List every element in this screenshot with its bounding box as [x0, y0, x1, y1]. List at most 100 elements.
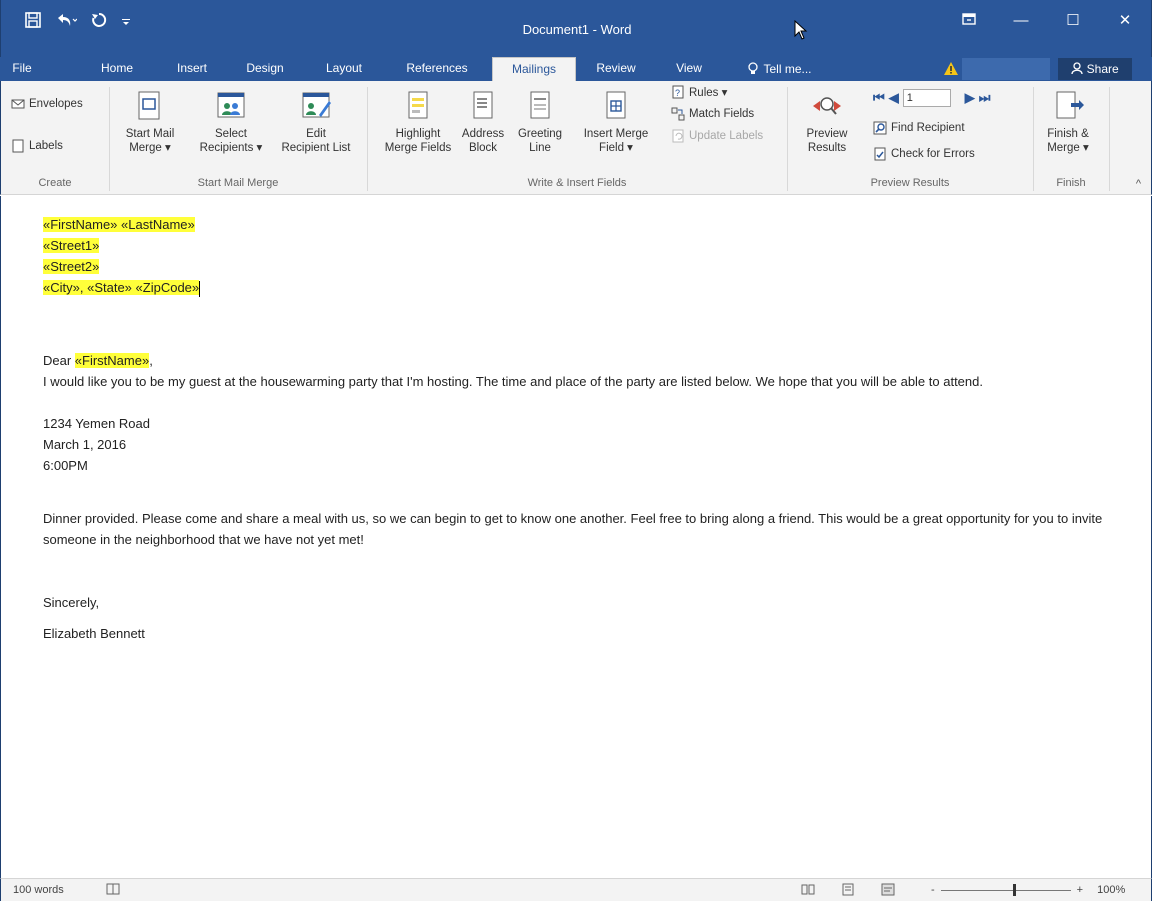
document-body[interactable]: «FirstName» «LastName» «Street1» «Street…: [43, 214, 1113, 644]
previous-record-icon[interactable]: ◀: [889, 90, 899, 106]
merge-field-state[interactable]: «State»: [87, 280, 132, 295]
preview-results-button[interactable]: Preview Results: [797, 89, 857, 155]
insert-merge-field-button[interactable]: Insert Merge Field ▾: [567, 89, 665, 155]
tab-home[interactable]: Home: [94, 57, 140, 81]
merge-field-greeting-firstname[interactable]: «FirstName»: [74, 353, 150, 368]
edit-recipient-list-icon: [302, 92, 331, 118]
rules-icon: ?: [672, 85, 684, 99]
web-layout-icon[interactable]: [881, 883, 895, 896]
warning-icon[interactable]: [944, 62, 958, 75]
select-recipients-button[interactable]: Select Recipients ▾: [191, 89, 271, 155]
address-line-street2: «Street2»: [43, 256, 1113, 277]
highlight-merge-fields-label-2: Merge Fields: [384, 142, 452, 154]
start-mail-merge-button[interactable]: Start Mail Merge ▾: [119, 89, 181, 155]
edit-recipient-list-label-1: Edit: [306, 128, 326, 140]
rules-button[interactable]: ? Rules ▾: [671, 83, 727, 101]
start-mail-merge-label-1: Start Mail: [125, 128, 175, 140]
record-number-input[interactable]: 1: [902, 89, 951, 107]
zoom-slider-thumb[interactable]: [1012, 883, 1016, 896]
maximize-button[interactable]: ☐: [1047, 8, 1099, 34]
labels-label: Labels: [29, 140, 63, 152]
merge-field-lastname[interactable]: «LastName»: [121, 217, 195, 232]
group-separator: [109, 87, 110, 191]
find-recipient-button[interactable]: Find Recipient: [873, 119, 965, 137]
minimize-button[interactable]: —: [995, 8, 1047, 34]
closing: Sincerely,: [43, 595, 100, 610]
proofing-icon[interactable]: [106, 883, 120, 896]
envelope-icon: [11, 99, 25, 109]
insert-merge-field-label-1: Insert Merge: [583, 128, 649, 140]
next-record-icon[interactable]: ▶: [965, 90, 975, 106]
greeting-line-label-2: Line: [529, 142, 551, 154]
envelopes-button[interactable]: Envelopes: [11, 95, 83, 113]
tell-me-label: Tell me...: [763, 62, 812, 76]
first-record-icon[interactable]: ⏮: [873, 90, 885, 106]
highlight-merge-fields-button[interactable]: Highlight Merge Fields: [375, 89, 461, 155]
finish-merge-button[interactable]: Finish & Merge ▾: [1039, 89, 1097, 155]
account-area[interactable]: [962, 58, 1050, 80]
tab-mailings[interactable]: Mailings: [492, 57, 576, 82]
labels-button[interactable]: Labels: [11, 137, 63, 155]
zoom-in-button[interactable]: +: [1077, 884, 1083, 896]
preview-results-icon: [813, 97, 841, 115]
select-recipients-icon: [217, 92, 245, 118]
select-recipients-label-2: Recipients ▾: [199, 142, 263, 154]
ribbon: Envelopes Labels Create Start Mail Merge…: [0, 81, 1152, 195]
finish-merge-icon: [1056, 91, 1084, 119]
collapse-ribbon-icon[interactable]: ^: [1136, 178, 1141, 190]
zoom-slider[interactable]: [940, 883, 1071, 896]
last-record-icon[interactable]: ⏭: [979, 90, 991, 106]
tab-layout[interactable]: Layout: [318, 57, 370, 81]
edit-recipient-list-label-2: Recipient List: [281, 142, 351, 154]
greeting-line-label-1: Greeting: [517, 128, 563, 140]
person-icon: [1071, 62, 1083, 75]
merge-field-firstname[interactable]: «FirstName»: [43, 217, 118, 232]
tab-references[interactable]: References: [396, 57, 478, 81]
check-for-errors-button[interactable]: Check for Errors: [873, 145, 975, 163]
edit-recipient-list-button[interactable]: Edit Recipient List: [273, 89, 359, 155]
merge-field-city[interactable]: «City»: [43, 280, 80, 295]
group-label-preview-results: Preview Results: [870, 177, 950, 189]
document-canvas[interactable]: «FirstName» «LastName» «Street1» «Street…: [0, 196, 1152, 878]
match-fields-label: Match Fields: [689, 108, 755, 120]
check-for-errors-label: Check for Errors: [891, 148, 975, 160]
tab-design[interactable]: Design: [238, 57, 292, 81]
share-button[interactable]: Share: [1058, 58, 1132, 80]
update-labels-button[interactable]: Update Labels: [671, 127, 763, 145]
view-switcher: [801, 883, 895, 896]
tell-me-box[interactable]: Tell me...: [730, 57, 830, 81]
svg-text:?: ?: [675, 88, 680, 98]
tab-file[interactable]: File: [4, 57, 40, 81]
address-line-street1: «Street1»: [43, 235, 1113, 256]
merge-field-zipcode[interactable]: «ZipCode»: [135, 280, 200, 295]
status-bar: 100 words - + 100%: [0, 878, 1152, 901]
merge-field-street1[interactable]: «Street1»: [43, 238, 100, 253]
greeting-line-button[interactable]: Greeting Line: [515, 89, 565, 155]
zoom-level[interactable]: 100%: [1097, 884, 1125, 896]
address-block-button[interactable]: Address Block: [461, 89, 505, 155]
ribbon-display-icon[interactable]: [943, 8, 995, 34]
tab-view[interactable]: View: [668, 57, 710, 81]
read-mode-icon[interactable]: [801, 883, 815, 896]
address-line-name: «FirstName» «LastName»: [43, 214, 1113, 235]
envelopes-label: Envelopes: [29, 98, 83, 110]
group-label-finish: Finish: [1056, 177, 1086, 189]
zoom-out-button[interactable]: -: [931, 884, 935, 896]
share-label: Share: [1086, 62, 1119, 76]
print-layout-icon[interactable]: [841, 883, 855, 896]
paragraph-dinner: Dinner provided. Please come and share a…: [43, 511, 1103, 547]
word-count[interactable]: 100 words: [13, 884, 64, 896]
close-button[interactable]: ✕: [1099, 8, 1151, 34]
address-line-city: «City», «State» «ZipCode»: [43, 277, 1113, 298]
greeting-suffix: ,: [149, 353, 153, 368]
insert-merge-field-icon: [606, 91, 626, 119]
match-fields-button[interactable]: Match Fields: [671, 105, 754, 123]
merge-field-street2[interactable]: «Street2»: [43, 259, 100, 274]
tab-insert[interactable]: Insert: [170, 57, 214, 81]
detail-address: 1234 Yemen Road: [43, 416, 150, 431]
tab-review[interactable]: Review: [590, 57, 642, 81]
